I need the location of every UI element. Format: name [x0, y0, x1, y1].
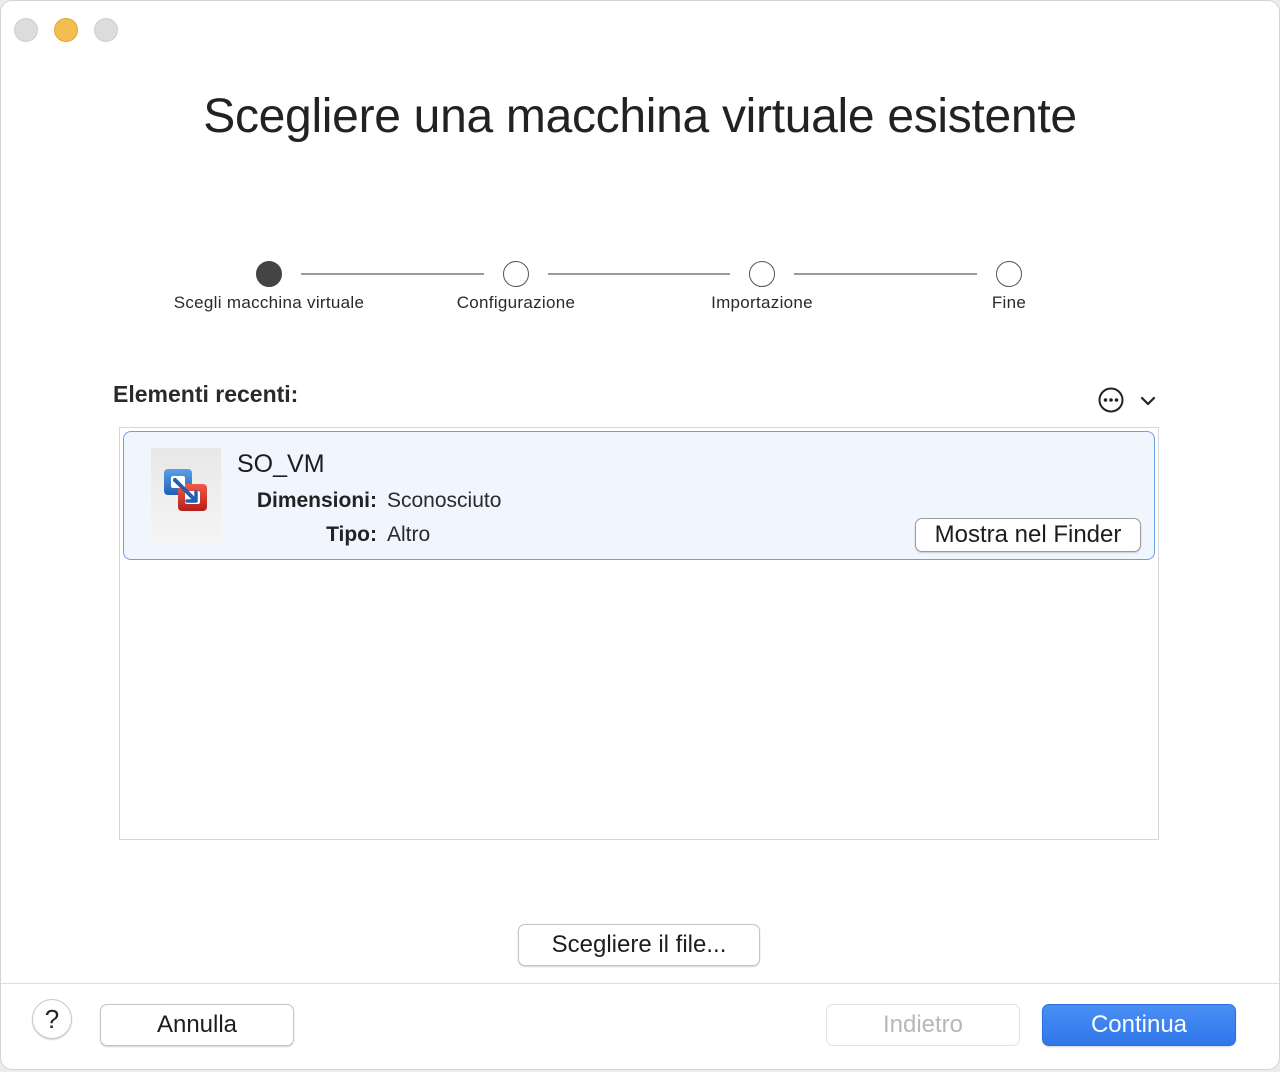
step-label-finish: Fine: [991, 293, 1027, 312]
type-value: Altro: [387, 523, 431, 546]
type-label: Tipo:: [326, 523, 377, 546]
step-label-configuration: Configurazione: [456, 293, 576, 312]
help-button[interactable]: ?: [32, 999, 72, 1039]
size-label: Dimensioni:: [256, 489, 377, 512]
ellipsis-circle-icon[interactable]: [1097, 387, 1125, 413]
zoom-window-button[interactable]: [94, 18, 118, 42]
step-indicator-import: [749, 261, 775, 287]
size-value: Sconosciuto: [387, 489, 502, 512]
step-indicator-finish: [996, 261, 1022, 287]
cancel-button[interactable]: Annulla: [100, 1004, 294, 1046]
back-button: Indietro: [826, 1004, 1020, 1046]
step-indicator-choose-vm: [256, 261, 282, 287]
vm-name: SO_VM: [237, 450, 325, 478]
step-indicator-configuration: [503, 261, 529, 287]
close-window-button[interactable]: [14, 18, 38, 42]
continue-button[interactable]: Continua: [1042, 1004, 1236, 1046]
step-label-choose-vm: Scegli macchina virtuale: [173, 293, 365, 312]
chevron-down-icon[interactable]: [1137, 391, 1159, 411]
stepper-connector: [794, 273, 977, 275]
step-label-import: Importazione: [711, 293, 813, 312]
page-title: Scegliere una macchina virtuale esistent…: [203, 90, 1077, 143]
choose-file-button[interactable]: Scegliere il file...: [518, 924, 760, 966]
recent-items-title: Elementi recenti:: [113, 381, 299, 407]
stepper-connector: [301, 273, 484, 275]
footer-divider: [1, 983, 1279, 984]
stepper-connector: [548, 273, 730, 275]
import-vm-window: Scegliere una macchina virtuale esistent…: [0, 0, 1280, 1070]
minimize-window-button[interactable]: [54, 18, 78, 42]
vmware-fusion-icon: [163, 467, 209, 513]
show-in-finder-button[interactable]: Mostra nel Finder: [915, 518, 1141, 552]
